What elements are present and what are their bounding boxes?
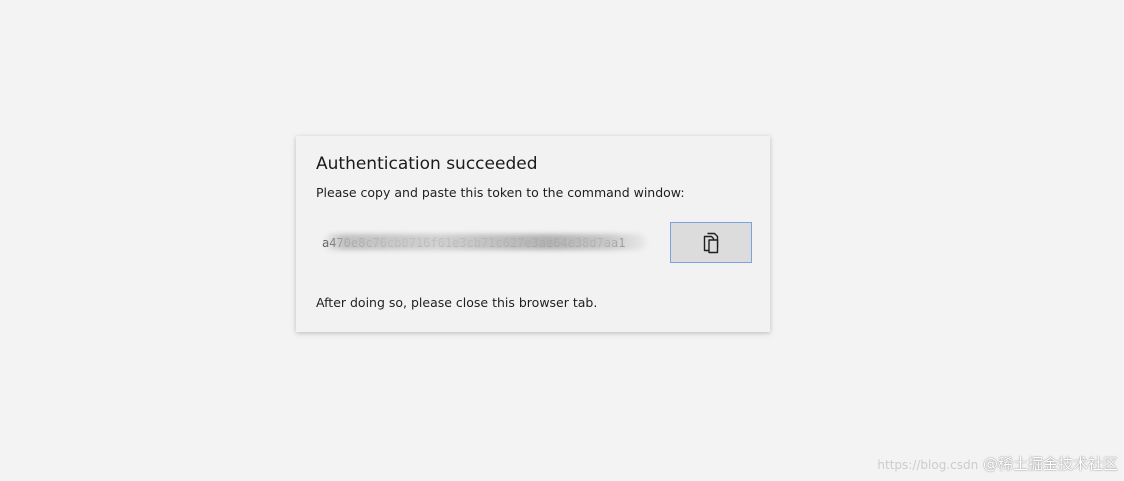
watermark-url: https://blog.csdn bbox=[877, 458, 979, 472]
watermark: https://blog.csdn @稀土掘金技术社区 bbox=[877, 454, 1118, 475]
copy-icon bbox=[701, 232, 721, 254]
copy-token-button[interactable] bbox=[670, 222, 752, 263]
authentication-card: Authentication succeeded Please copy and… bbox=[296, 136, 770, 332]
watermark-text: @稀土掘金技术社区 bbox=[982, 455, 1118, 473]
token-field[interactable] bbox=[316, 222, 648, 263]
instruction-text: Please copy and paste this token to the … bbox=[316, 185, 685, 200]
token-row bbox=[316, 222, 752, 263]
dialog-title: Authentication succeeded bbox=[316, 154, 538, 174]
closing-instruction: After doing so, please close this browse… bbox=[316, 295, 598, 310]
